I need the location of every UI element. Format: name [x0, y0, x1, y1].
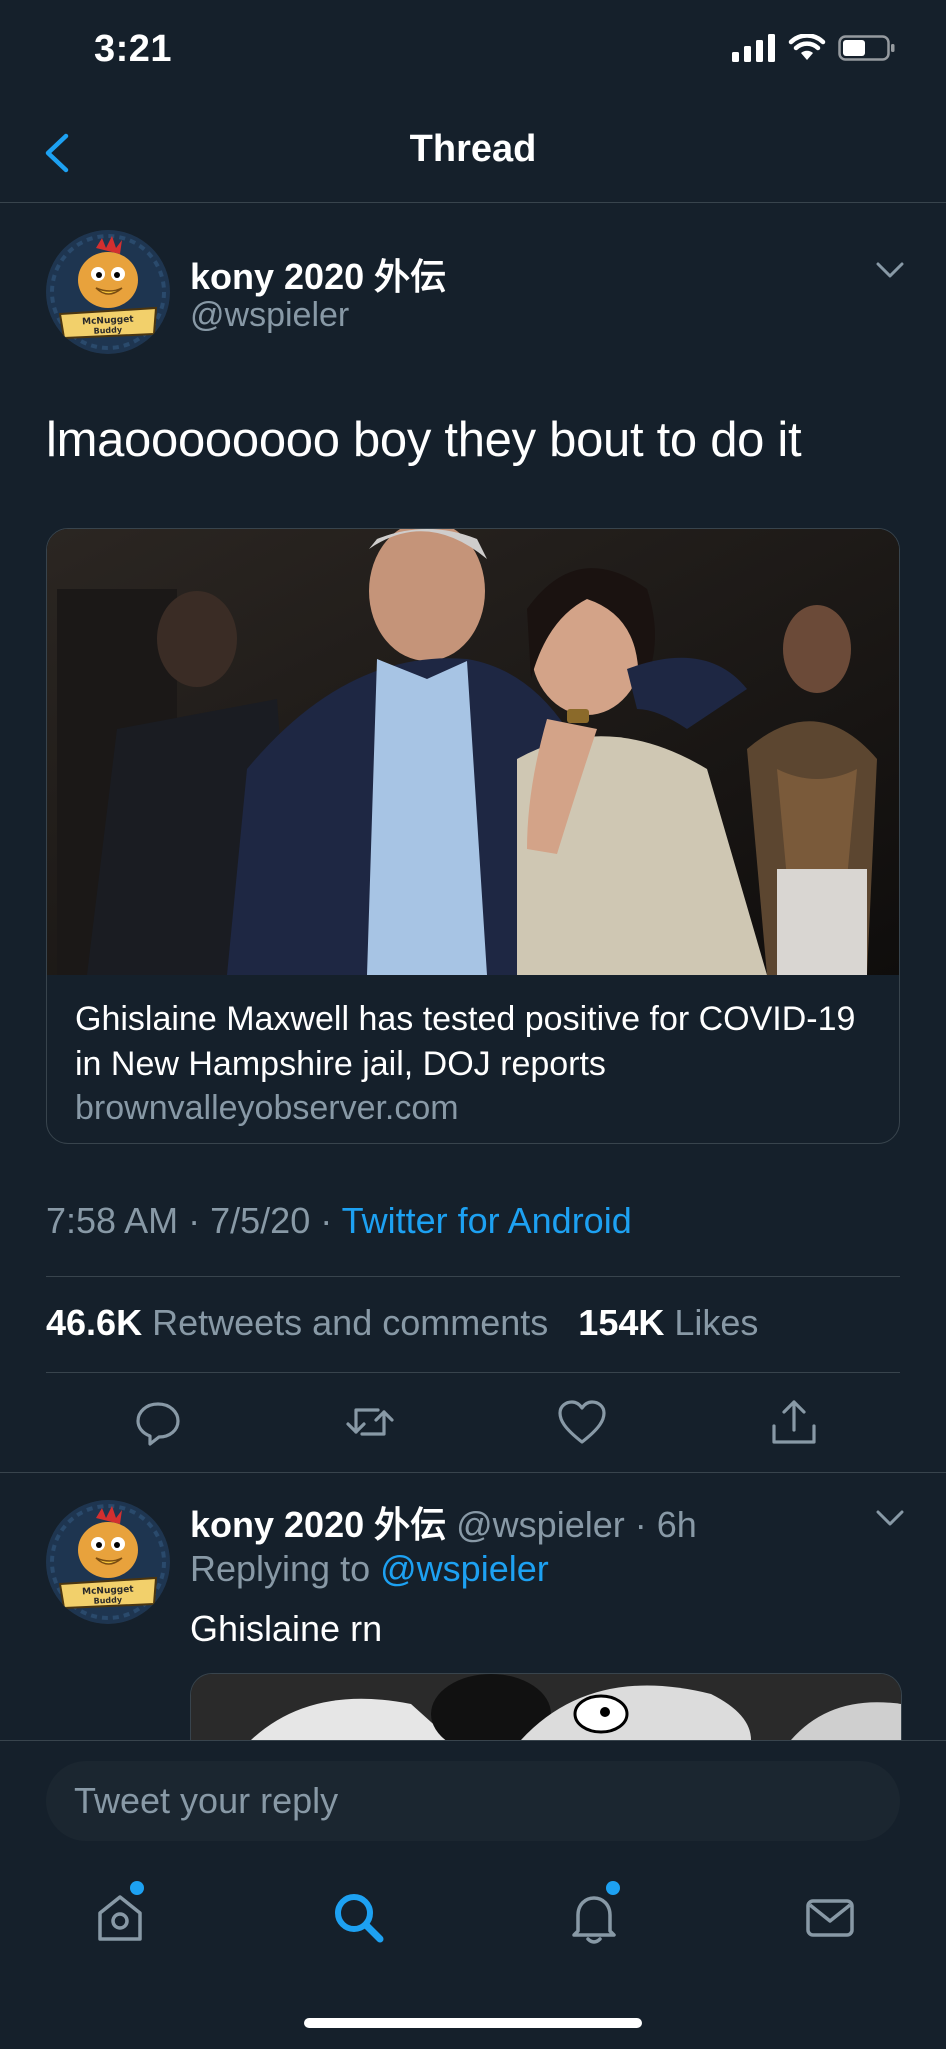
share-icon[interactable] — [766, 1394, 822, 1450]
retweets-label: Retweets and comments — [152, 1302, 549, 1343]
tweet-text: lmaoooooooo boy they bout to do it — [46, 413, 802, 467]
status-time: 3:21 — [94, 28, 173, 70]
notifications-icon[interactable] — [564, 1887, 624, 1947]
retweets-count: 46.6K — [46, 1302, 143, 1343]
reply-text: Ghislaine rn — [190, 1608, 383, 1649]
divider — [46, 1276, 900, 1277]
divider — [0, 1472, 946, 1473]
retweets-stat[interactable]: 46.6K Retweets and comments — [46, 1302, 548, 1343]
tweet-actions — [46, 1394, 900, 1450]
home-icon[interactable] — [90, 1887, 150, 1947]
svg-text:Buddy: Buddy — [93, 325, 123, 336]
reply-media[interactable] — [190, 1673, 902, 1740]
reply-header: kony 2020 外伝 @wspieler · 6h — [190, 1504, 697, 1545]
signal-icon — [732, 34, 775, 62]
avatar[interactable]: McNugget Buddy — [46, 230, 170, 354]
author-name[interactable]: kony 2020 外伝 — [190, 248, 446, 300]
replying-to: Replying to @wspieler — [190, 1548, 549, 1590]
wifi-icon — [788, 34, 826, 60]
reply-icon[interactable] — [130, 1394, 186, 1450]
tweet-source-link[interactable]: Twitter for Android — [342, 1200, 632, 1241]
reply-input[interactable] — [46, 1761, 900, 1841]
chevron-down-icon[interactable] — [872, 1506, 908, 1530]
card-title: Ghislaine Maxwell has tested positive fo… — [75, 1000, 856, 1083]
author-handle[interactable]: @wspieler — [190, 296, 349, 335]
page-title: Thread — [409, 128, 537, 170]
likes-stat[interactable]: 154K Likes — [578, 1302, 758, 1343]
avatar-image: McNugget Buddy — [46, 1500, 170, 1624]
battery-icon — [838, 35, 895, 61]
meta-separator: · — [320, 1200, 333, 1241]
reply-avatar[interactable]: McNugget Buddy — [46, 1500, 170, 1624]
status-icons — [732, 34, 896, 62]
replying-label: Replying to — [190, 1548, 371, 1589]
notifications-dot — [606, 1881, 620, 1895]
home-indicator — [304, 2018, 642, 2028]
tweet-stats: 46.6K Retweets and comments 154K Likes — [46, 1302, 758, 1344]
search-icon[interactable] — [328, 1887, 388, 1947]
like-icon[interactable] — [554, 1394, 610, 1450]
meta-separator: · — [188, 1200, 201, 1241]
home-notification-dot — [130, 1881, 144, 1895]
thread-header: Thread — [0, 100, 946, 203]
reply-author-handle[interactable]: @wspieler — [456, 1504, 625, 1545]
likes-label: Likes — [674, 1302, 759, 1343]
card-meta: Ghislaine Maxwell has tested positive fo… — [75, 997, 875, 1128]
bottom-bar — [0, 1740, 946, 2049]
card-domain: brownvalleyobserver.com — [75, 1089, 459, 1127]
card-image — [47, 529, 899, 975]
tweet-time: 7:58 AM — [46, 1200, 179, 1241]
likes-count: 154K — [578, 1302, 665, 1343]
link-card[interactable]: Ghislaine Maxwell has tested positive fo… — [46, 528, 900, 1144]
replying-handle[interactable]: @wspieler — [380, 1548, 549, 1589]
retweet-icon[interactable] — [342, 1394, 398, 1450]
messages-icon[interactable] — [800, 1887, 860, 1947]
svg-text:Buddy: Buddy — [93, 1595, 123, 1606]
tweet-date: 7/5/20 — [210, 1200, 311, 1241]
chevron-down-icon[interactable] — [872, 258, 908, 282]
avatar-image: McNugget Buddy — [46, 230, 170, 354]
divider — [46, 1372, 900, 1373]
tweet-meta: 7:58 AM · 7/5/20 · Twitter for Android — [46, 1200, 632, 1242]
reply-author-name[interactable]: kony 2020 外伝 — [190, 1504, 446, 1545]
reply-age: 6h — [656, 1504, 697, 1545]
